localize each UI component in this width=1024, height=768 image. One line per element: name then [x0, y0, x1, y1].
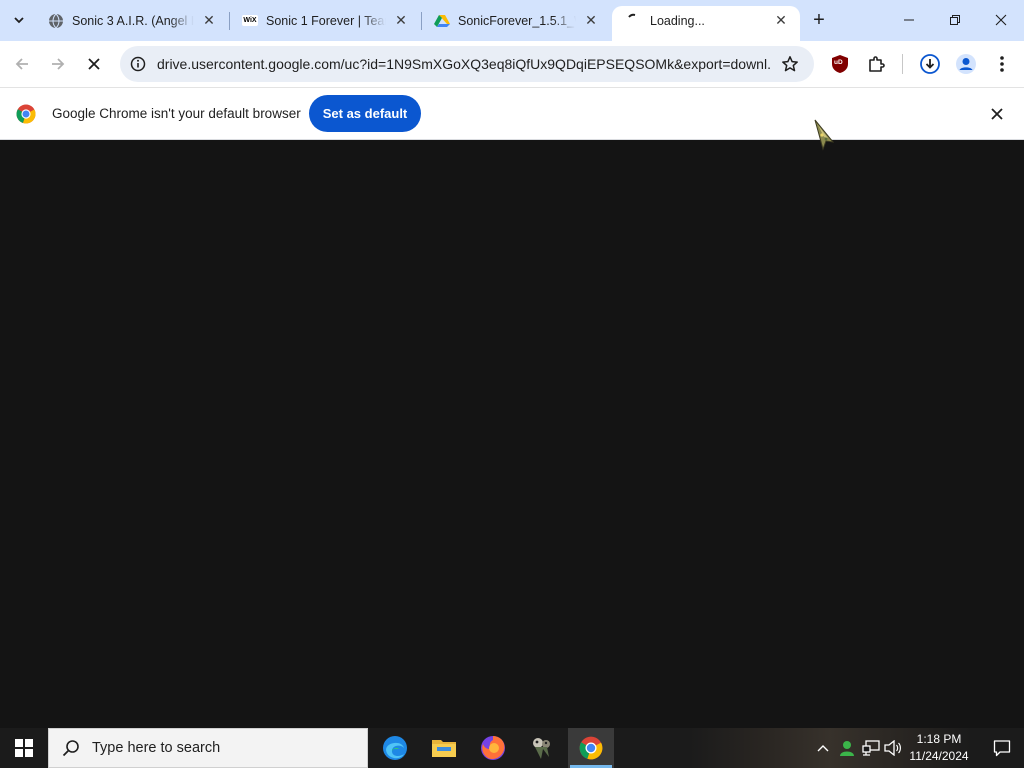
clock-date: 11/24/2024 — [909, 749, 969, 763]
chrome-logo-icon — [16, 104, 36, 124]
tab-search-button[interactable] — [7, 8, 31, 32]
tab-sonic-3-air[interactable]: Sonic 3 A.I.R. (Angel Is ✕ — [34, 6, 228, 35]
person-icon — [956, 54, 976, 74]
file-explorer-taskbar-button[interactable] — [421, 728, 467, 768]
windows-taskbar: Type here to search 1:18 PM 11/24/2024 — [0, 728, 1024, 768]
close-tab-icon[interactable]: ✕ — [772, 12, 790, 30]
chrome-taskbar-button[interactable] — [568, 728, 614, 768]
windows-logo-icon — [15, 739, 33, 757]
action-center-button[interactable] — [980, 728, 1024, 768]
kebab-menu-icon — [1000, 56, 1004, 72]
restore-icon — [950, 15, 960, 25]
back-button[interactable] — [8, 50, 36, 78]
firefox-icon — [481, 736, 505, 760]
tab-sonicforever-drive[interactable]: SonicForever_1.5.1_Wi ✕ — [420, 6, 610, 35]
site-info-icon[interactable] — [127, 53, 149, 75]
tab-title: Sonic 3 A.I.R. (Angel Is — [72, 13, 194, 28]
downloads-button[interactable] — [916, 50, 944, 78]
network-tray-button[interactable] — [860, 728, 882, 768]
forward-button[interactable] — [44, 50, 72, 78]
tab-sonic-1-forever[interactable]: WiX Sonic 1 Forever | Team ✕ — [228, 6, 420, 35]
close-icon — [995, 14, 1007, 26]
taskbar-clock[interactable]: 1:18 PM 11/24/2024 — [902, 731, 976, 765]
tab-title: Sonic 1 Forever | Team — [266, 13, 386, 28]
minimize-icon — [904, 19, 914, 21]
edge-icon — [383, 736, 407, 760]
minimize-button[interactable] — [886, 0, 932, 40]
globe-icon — [48, 13, 64, 29]
close-tab-icon[interactable]: ✕ — [200, 12, 218, 30]
ublock-origin-icon[interactable]: uD — [826, 50, 854, 78]
tab-title: Loading... — [650, 13, 705, 28]
close-tab-icon[interactable]: ✕ — [582, 12, 600, 30]
search-placeholder: Type here to search — [92, 740, 221, 756]
download-icon — [920, 54, 940, 74]
page-content-area[interactable] — [0, 140, 1024, 728]
infobar-message: Google Chrome isn't your default browser — [52, 106, 301, 121]
stop-x-icon — [88, 58, 100, 70]
chrome-icon — [579, 736, 603, 760]
start-button[interactable] — [0, 728, 48, 768]
url-text[interactable]: drive.usercontent.google.com/uc?id=1N9Sm… — [157, 56, 771, 72]
toolbar-divider — [902, 54, 903, 74]
volume-tray-button[interactable] — [882, 728, 904, 768]
close-infobar-icon[interactable] — [987, 104, 1007, 124]
notification-icon — [993, 740, 1011, 757]
loading-spinner-icon — [626, 13, 642, 29]
tab-strip: Sonic 3 A.I.R. (Angel Is ✕ WiX Sonic 1 F… — [0, 0, 1024, 41]
onedrive-tray-button[interactable] — [836, 728, 858, 768]
close-window-button[interactable] — [978, 0, 1024, 40]
edge-taskbar-button[interactable] — [372, 728, 418, 768]
wix-icon: WiX — [242, 15, 258, 26]
profile-avatar[interactable] — [952, 50, 980, 78]
arrow-left-icon — [15, 58, 28, 70]
tab-title: SonicForever_1.5.1_Wi — [458, 13, 576, 28]
firefox-taskbar-button[interactable] — [470, 728, 516, 768]
show-hidden-icons-button[interactable] — [812, 728, 834, 768]
file-explorer-icon — [432, 740, 456, 757]
speaker-icon — [884, 740, 901, 756]
taskbar-search-box[interactable]: Type here to search — [48, 728, 368, 768]
user-status-icon — [840, 741, 854, 756]
restore-button[interactable] — [932, 0, 978, 40]
chrome-menu-button[interactable] — [988, 50, 1016, 78]
stop-loading-button[interactable] — [80, 50, 108, 78]
chevron-down-icon — [14, 17, 24, 24]
browser-toolbar: drive.usercontent.google.com/uc?id=1N9Sm… — [0, 41, 1024, 87]
set-as-default-button[interactable]: Set as default — [309, 95, 421, 132]
bookmark-star-icon[interactable] — [780, 54, 800, 74]
default-browser-infobar: Google Chrome isn't your default browser… — [0, 87, 1024, 140]
puzzle-extensions-icon[interactable] — [862, 50, 890, 78]
google-drive-icon — [434, 13, 450, 29]
animated-cursor-icon — [814, 119, 835, 151]
close-tab-icon[interactable]: ✕ — [392, 12, 410, 30]
game-taskbar-button[interactable] — [519, 728, 565, 768]
new-tab-button[interactable]: + — [808, 9, 830, 31]
search-icon — [61, 738, 81, 758]
game-icon — [533, 738, 550, 759]
clock-time: 1:18 PM — [916, 732, 962, 746]
address-bar[interactable]: drive.usercontent.google.com/uc?id=1N9Sm… — [120, 46, 814, 82]
tab-loading[interactable]: Loading... ✕ — [612, 6, 800, 41]
chevron-up-icon — [817, 745, 829, 752]
network-icon — [862, 740, 880, 756]
arrow-right-icon — [52, 58, 65, 70]
